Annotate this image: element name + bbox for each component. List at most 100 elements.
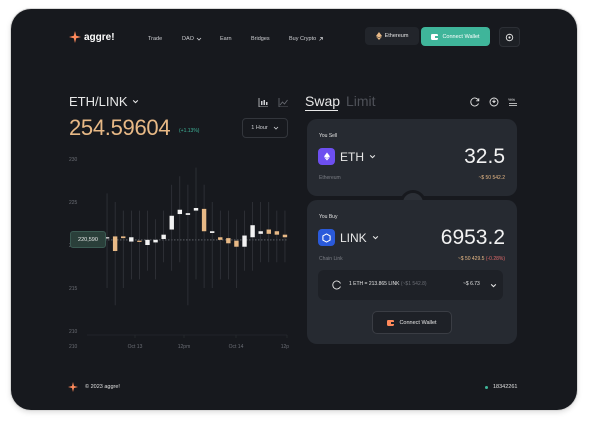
candle-body bbox=[177, 209, 183, 215]
nav-dao[interactable]: DAO bbox=[182, 36, 202, 42]
tab-swap[interactable]: Swap bbox=[305, 93, 340, 109]
sell-amount[interactable]: 32.5 bbox=[464, 145, 505, 169]
gas-icon[interactable] bbox=[489, 97, 499, 107]
candle-body bbox=[250, 225, 255, 238]
candle-body bbox=[242, 235, 247, 247]
candle-body bbox=[153, 239, 158, 243]
candle-body bbox=[129, 237, 134, 242]
candle-body bbox=[121, 236, 126, 239]
candle-body bbox=[161, 234, 166, 239]
y-tick-label: 210 bbox=[69, 329, 78, 335]
candle-body bbox=[112, 236, 118, 252]
nav-trade[interactable]: Trade bbox=[148, 36, 162, 42]
x-tick-label: 12pm bbox=[281, 344, 289, 350]
candle-body bbox=[209, 231, 215, 233]
sell-token-label: ETH bbox=[340, 149, 364, 164]
x-tick-label: Oct 13 bbox=[128, 344, 143, 350]
candle-body bbox=[201, 208, 207, 232]
candle-body bbox=[274, 231, 280, 235]
connect-wallet-bottom-button[interactable]: Connect Wallet bbox=[372, 311, 452, 334]
link-token-icon bbox=[318, 229, 335, 246]
nav-label: Trade bbox=[148, 36, 163, 42]
buy-label: You Buy bbox=[319, 214, 338, 220]
tab-limit[interactable]: Limit bbox=[346, 93, 376, 109]
timeframe-selector[interactable]: 1 Hour bbox=[242, 118, 288, 138]
nav-label: DAO bbox=[182, 36, 194, 42]
connect-wallet-button[interactable]: Connect Wallet bbox=[421, 27, 490, 46]
timeframe-label: 1 Hour bbox=[251, 125, 268, 131]
settings-button[interactable] bbox=[499, 27, 520, 47]
exchange-rate: 1 ETH = 213.865 LINK (~$1 542.8) bbox=[349, 281, 427, 287]
chevron-down-icon bbox=[196, 37, 202, 41]
chevron-down-icon bbox=[490, 283, 497, 288]
line-chart-icon[interactable] bbox=[278, 98, 288, 107]
logo-star-icon bbox=[69, 31, 81, 43]
chevron-down-icon bbox=[273, 126, 279, 130]
y-tick-label: 225 bbox=[69, 200, 78, 206]
current-price-tag: 220,590 bbox=[70, 231, 106, 248]
price-chart[interactable]: 230225220215210210Oct 1312pmOct 1412pm bbox=[69, 151, 289, 361]
candle-body bbox=[258, 231, 263, 234]
candlestick-chart-icon[interactable] bbox=[258, 98, 268, 107]
tab-swap-underline bbox=[305, 110, 338, 111]
ethereum-icon bbox=[375, 32, 382, 40]
buy-price-impact: (-0.28%) bbox=[485, 256, 505, 262]
logo-text: aggre! bbox=[84, 31, 115, 43]
network-selector[interactable]: Ethereum bbox=[365, 27, 419, 45]
price-change: (+1.13%) bbox=[179, 128, 200, 134]
buy-token-selector[interactable]: LINK bbox=[318, 229, 379, 246]
nav-earn[interactable]: Earn bbox=[220, 36, 232, 42]
nav-buy-crypto[interactable]: Buy Crypto bbox=[289, 36, 324, 42]
buy-token-label: LINK bbox=[340, 230, 367, 245]
candle-body bbox=[234, 240, 239, 247]
slippage-settings-icon[interactable]: %% bbox=[508, 97, 518, 107]
current-price: 254.59604 bbox=[69, 115, 171, 140]
nav-bridges[interactable]: Bridges bbox=[251, 36, 270, 42]
connect-wallet-label: Connect Wallet bbox=[442, 33, 480, 40]
pair-selector[interactable]: ETH/LINK bbox=[69, 94, 139, 109]
rate-row[interactable]: 1 ETH = 213.865 LINK (~$1 542.8) ~$ 6.73 bbox=[318, 270, 503, 300]
candle-body bbox=[185, 213, 191, 215]
candle-body bbox=[169, 215, 174, 230]
refresh-rate-icon bbox=[332, 280, 341, 290]
rate-usd: (~$1 542.8) bbox=[400, 281, 427, 287]
nav-label: Earn bbox=[220, 36, 232, 42]
sell-label: You Sell bbox=[319, 133, 338, 139]
app-window: aggre! Trade DAO Earn Bridges Buy Crypto… bbox=[11, 9, 577, 410]
sell-token-selector[interactable]: ETH bbox=[318, 148, 376, 165]
nav-label: Buy Crypto bbox=[289, 36, 317, 42]
footer-logo-star-icon bbox=[68, 382, 78, 392]
chevron-down-icon bbox=[372, 235, 378, 240]
x-tick-label: Oct 14 bbox=[229, 344, 244, 350]
buy-usd-value: ~$ 50 429.5 bbox=[457, 256, 485, 262]
refresh-icon[interactable] bbox=[470, 97, 480, 107]
sell-chain: Ethereum bbox=[319, 175, 341, 181]
candle-body bbox=[226, 238, 231, 244]
eth-token-icon bbox=[318, 148, 335, 165]
wallet-icon bbox=[387, 319, 395, 326]
y-tick-label: 215 bbox=[69, 286, 78, 292]
external-arrow-icon bbox=[319, 37, 324, 41]
buy-chain: Chain Link bbox=[319, 256, 343, 262]
connect-wallet-bottom-label: Connect Wallet bbox=[399, 319, 437, 326]
buy-usd-row: ~$ 50 429.5 (-0.28%) bbox=[458, 256, 505, 262]
chevron-down-icon bbox=[132, 99, 138, 104]
candle-body bbox=[137, 240, 142, 242]
x-tick-label: 210 bbox=[69, 344, 78, 350]
nav-label: Bridges bbox=[251, 36, 270, 42]
gear-icon bbox=[505, 33, 514, 41]
buy-amount[interactable]: 6953.2 bbox=[441, 226, 505, 250]
status-dot bbox=[485, 386, 488, 389]
copyright: © 2023 aggre! bbox=[85, 384, 120, 390]
logo[interactable]: aggre! bbox=[69, 31, 115, 43]
candle-body bbox=[145, 239, 150, 245]
rate-value: 1 ETH = 213.865 LINK bbox=[349, 281, 400, 287]
svg-text:%%: %% bbox=[508, 97, 516, 102]
candle-body bbox=[266, 229, 271, 234]
block-number: 18342261 bbox=[493, 384, 518, 390]
pair-label: ETH/LINK bbox=[69, 94, 128, 109]
chevron-down-icon bbox=[369, 154, 376, 159]
y-tick-label: 230 bbox=[69, 157, 78, 163]
candle-body bbox=[193, 208, 199, 211]
x-tick-label: 12pm bbox=[178, 344, 191, 350]
